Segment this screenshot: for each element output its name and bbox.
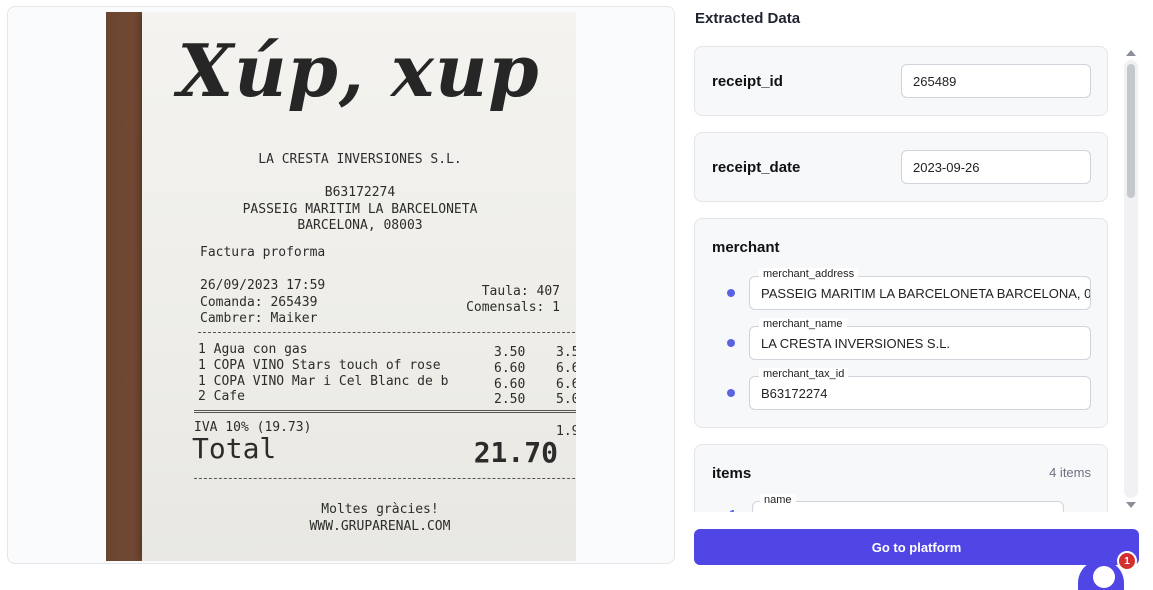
merchant-address-input[interactable]: PASSEIG MARITIM LA BARCELONETA BARCELONA… [749,276,1091,310]
item-index: 1 [729,507,736,512]
items-count: 4 items [1049,465,1091,480]
merchant-name-label: merchant_name [759,318,847,330]
extracted-data-list[interactable]: receipt_id 265489 receipt_date 2023-09-2… [694,40,1110,512]
receipt-date-input[interactable]: 2023-09-26 [901,150,1091,184]
notification-badge: 1 [1117,551,1137,571]
receipt-line-total: 5.00 [556,392,576,407]
receipt-diners: Comensals: 1 [466,300,560,315]
receipt-line-total: 6.60 [556,361,576,376]
receipt-doc-type: Factura proforma [200,245,326,260]
bullet-icon [727,339,735,347]
scroll-down-icon[interactable] [1126,502,1136,508]
receipt-table: Taula: 407 [481,284,560,299]
receipt-line-unit: 6.60 [494,377,526,392]
scrollbar-thumb[interactable] [1127,64,1135,198]
receipt-logo: Xúp, xup [177,28,540,113]
receipt-line-total: 6.60 [556,377,576,392]
panel-heading: Extracted Data [695,10,801,27]
scroll-up-icon[interactable] [1126,50,1136,56]
merchant-name-row: LA CRESTA INVERSIONES S.L. merchant_name [725,318,1093,360]
receipt-order: Comanda: 265439 [200,295,318,310]
receipt-line-unit: 6.60 [494,361,526,376]
merchant-address-row: PASSEIG MARITIM LA BARCELONETA BARCELONA… [725,268,1093,310]
bullet-icon [727,389,735,397]
merchant-name-input[interactable]: LA CRESTA INVERSIONES S.L. [749,326,1091,360]
merchant-tax-id-label: merchant_tax_id [759,368,849,380]
receipt-line-desc: 1 COPA VINO Stars touch of rose [198,358,441,373]
receipt-waiter: Cambrer: Maiker [200,311,318,326]
item-name-label: name [760,494,796,506]
go-to-platform-button[interactable]: Go to platform [694,529,1139,565]
merchant-tax-id-row: B63172274 merchant_tax_id [725,368,1093,410]
receipt-total-label: Total [192,432,277,465]
merchant-card: merchant PASSEIG MARITIM LA BARCELONETA … [694,218,1108,428]
receipt-tax-id: B63172274 [324,185,396,200]
receipt-divider [198,332,576,333]
receipt-company: LA CRESTA INVERSIONES S.L. [258,152,462,167]
receipt-date-card: receipt_date 2023-09-26 [694,132,1108,202]
receipt-line-desc: 1 Agua con gas [198,342,308,357]
receipt-photo: Xúp, xup LA CRESTA INVERSIONES S.L. B631… [106,12,576,561]
receipt-website: WWW.GRUPARENAL.COM [309,519,451,534]
receipt-datetime: 26/09/2023 17:59 [200,278,326,293]
item-name-input[interactable] [752,501,1064,512]
receipt-vat-value: 1.97 [556,424,576,439]
items-card: items 4 items 1 name [694,444,1108,512]
receipt-line-unit: 2.50 [494,392,526,407]
merchant-address-label: merchant_address [759,268,859,280]
receipt-thanks: Moltes gràcies! [321,502,439,517]
receipt-divider [194,478,576,479]
receipt-double-divider [194,410,576,413]
receipt-line-desc: 1 COPA VINO Mar i Cel Blanc de b [198,374,449,389]
receipt-image-panel: Xúp, xup LA CRESTA INVERSIONES S.L. B631… [7,6,675,564]
items-label: items [712,465,752,482]
merchant-tax-id-input[interactable]: B63172274 [749,376,1091,410]
receipt-address-1: PASSEIG MARITIM LA BARCELONETA [242,202,478,217]
merchant-label: merchant [712,239,780,256]
chat-icon[interactable] [1093,566,1115,588]
receipt-id-label: receipt_id [712,73,783,90]
receipt-line-unit: 3.50 [494,345,526,360]
receipt-id-card: receipt_id 265489 [694,46,1108,116]
bullet-icon [727,289,735,297]
receipt-date-label: receipt_date [712,159,801,176]
receipt-id-input[interactable]: 265489 [901,64,1091,98]
receipt-line-desc: 2 Cafe [198,389,245,404]
receipt-line-total: 3.50 [556,345,576,360]
receipt-total-value: 21.70 [473,436,558,469]
receipt-paper: Xúp, xup LA CRESTA INVERSIONES S.L. B631… [142,12,576,561]
receipt-address-2: BARCELONA, 08003 [297,218,423,233]
